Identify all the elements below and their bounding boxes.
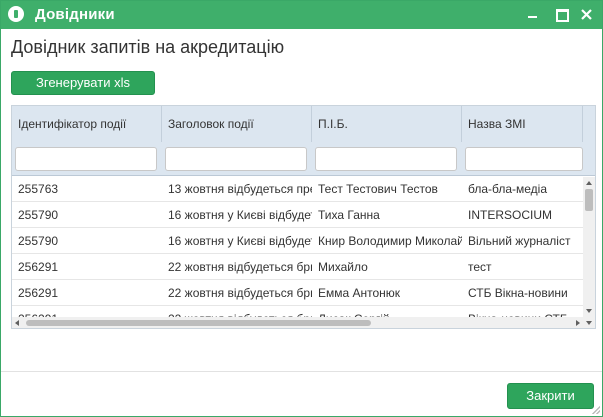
cell-media-name: Вільний журналіст xyxy=(468,234,571,248)
horizontal-scrollbar[interactable] xyxy=(12,317,583,328)
table-row[interactable]: 255790 16 жовтня у Києві відбудет Тиха Г… xyxy=(12,203,583,228)
cell-event-title: 22 жовтня відбудеться бри xyxy=(162,307,312,317)
minimize-icon[interactable] xyxy=(523,5,543,23)
close-icon[interactable] xyxy=(577,5,597,23)
resize-grip-icon[interactable] xyxy=(592,406,600,414)
cell-event-title: 16 жовтня у Києві відбудет xyxy=(168,234,312,248)
maximize-icon[interactable] xyxy=(551,5,571,23)
cell-event-title: 22 жовтня відбудеться бри xyxy=(168,286,312,300)
cell-media-name: Вікна-новини СТБ xyxy=(462,307,583,317)
cell-event-id: 256291 xyxy=(12,307,161,317)
cell-event-id: 255763 xyxy=(18,182,59,196)
footer-divider xyxy=(1,371,602,372)
table-row[interactable]: 255763 13 жовтня відбудеться пре Тест Те… xyxy=(12,177,583,202)
column-header-event-id[interactable]: Ідентифікатор події xyxy=(12,106,162,142)
cell-event-title: 13 жовтня відбудеться пре xyxy=(168,182,312,196)
page-title: Довідник запитів на акредитацію xyxy=(11,37,285,57)
filter-input-event-id[interactable] xyxy=(15,147,157,171)
scroll-down-icon[interactable] xyxy=(586,321,592,325)
cell-full-name: Книр Володимир Миколай xyxy=(318,234,462,248)
cell-event-id: 255790 xyxy=(18,208,59,222)
cell-full-name: Лисак Сергій xyxy=(312,307,462,317)
scrollbar-corner xyxy=(583,317,595,328)
filter-input-full-name[interactable] xyxy=(315,147,457,171)
accreditation-requests-table: Ідентифікатор події Заголовок події П.І.… xyxy=(11,105,596,329)
table-row[interactable]: 256291 22 жовтня відбудеться бри Лисак С… xyxy=(12,307,583,317)
close-button[interactable]: Закрити xyxy=(507,383,594,409)
table-row[interactable]: 255790 16 жовтня у Києві відбудет Книр В… xyxy=(12,229,583,254)
vertical-scroll-thumb[interactable] xyxy=(585,189,593,211)
scroll-left-icon[interactable] xyxy=(15,320,19,326)
scroll-right-icon[interactable] xyxy=(576,320,580,326)
column-header-media-name[interactable]: Назва ЗМІ xyxy=(462,106,583,142)
scroll-down-icon[interactable] xyxy=(586,309,592,313)
cell-full-name: Тиха Ганна xyxy=(318,208,380,222)
window-title: Довідники xyxy=(35,6,115,23)
table-body: 255763 13 жовтня відбудеться пре Тест Те… xyxy=(12,177,583,317)
cell-media-name: тест xyxy=(468,260,492,274)
cell-media-name: СТБ Вікна-новини xyxy=(468,286,568,300)
column-header-event-title[interactable]: Заголовок події xyxy=(162,106,312,142)
title-bar[interactable]: Довідники xyxy=(1,1,602,29)
cell-event-id: 255790 xyxy=(18,234,59,248)
cell-full-name: Тест Тестович Тестов xyxy=(318,182,438,196)
cell-full-name: Михайло xyxy=(318,260,368,274)
generate-xls-button[interactable]: Згенерувати xls xyxy=(11,71,155,95)
horizontal-scroll-thumb[interactable] xyxy=(26,320,371,326)
cell-media-name: бла-бла-медіа xyxy=(468,182,548,196)
cell-full-name: Емма Антонюк xyxy=(318,286,401,300)
cell-media-name: INTERSOCIUM xyxy=(468,208,552,222)
app-icon xyxy=(8,6,24,22)
cell-event-id: 256291 xyxy=(18,260,59,274)
table-header: Ідентифікатор події Заголовок події П.І.… xyxy=(12,106,595,176)
table-row[interactable]: 256291 22 жовтня відбудеться бри Емма Ан… xyxy=(12,281,583,306)
filter-input-media-name[interactable] xyxy=(465,147,583,171)
column-header-full-name[interactable]: П.І.Б. xyxy=(312,106,462,142)
reference-window: Довідники Довідник запитів на акредитаці… xyxy=(0,0,603,417)
scroll-up-icon[interactable] xyxy=(586,181,592,185)
cell-event-title: 22 жовтня відбудеться бри xyxy=(168,260,312,274)
filter-input-event-title[interactable] xyxy=(165,147,307,171)
cell-event-title: 16 жовтня у Києві відбудет xyxy=(168,208,312,222)
cell-event-id: 256291 xyxy=(18,286,59,300)
vertical-scrollbar[interactable] xyxy=(583,177,595,317)
table-row[interactable]: 256291 22 жовтня відбудеться бри Михайло… xyxy=(12,255,583,280)
